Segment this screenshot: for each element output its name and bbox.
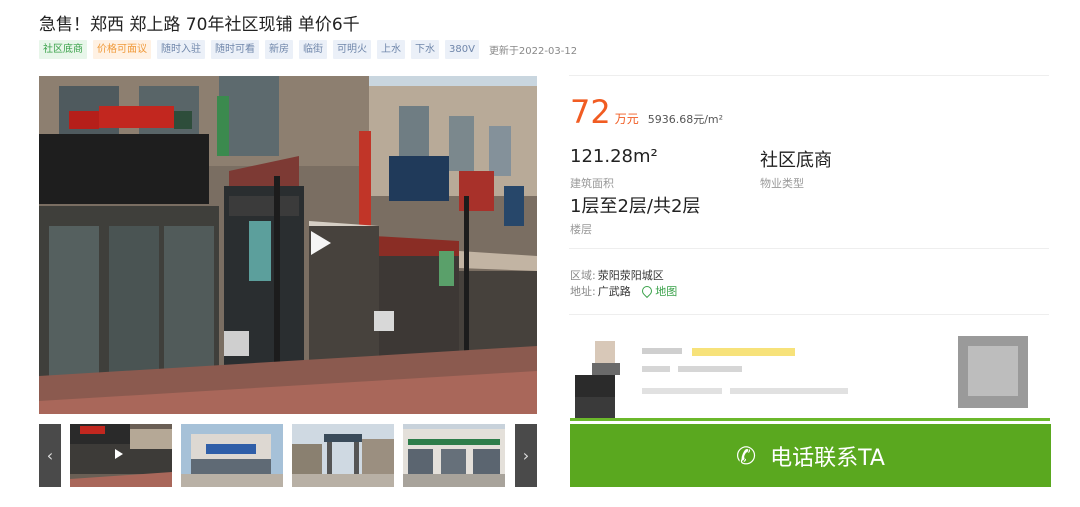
tag-drainage: 下水 [411,39,439,59]
thumbnail-2[interactable] [181,424,283,487]
thumbnail-strip: ‹ › [39,424,537,487]
agent-badge-blur [692,348,795,356]
agent-store-blur [678,366,742,372]
area-label: 建筑面积 [570,177,614,190]
unit-price: 5936.68元/m² [647,113,724,126]
tag-water-supply: 上水 [377,39,405,59]
update-date: 更新于2022-03-12 [488,45,578,57]
agent-info-blur-a [642,388,722,394]
tag-list: 社区底商 价格可面议 随时入驻 随时可看 新房 临街 可明火 上水 下水 380… [39,39,577,59]
tag-380v: 380V [445,39,479,59]
tag-negotiable: 价格可面议 [93,39,151,59]
tag-view-anytime: 随时可看 [211,39,259,59]
region-value: 荥阳荥阳城区 [597,269,664,282]
tag-move-in-anytime: 随时入驻 [157,39,205,59]
map-link[interactable]: 地图 [640,283,678,299]
region-row: 区域: 荥阳荥阳城区 [570,267,664,283]
map-pin-icon [640,283,655,299]
main-video-player[interactable] [39,76,537,414]
accent-line [570,418,1050,421]
next-arrow-icon[interactable]: › [515,424,537,487]
play-icon[interactable] [311,231,331,255]
floor-value: 1层至2层/共2层 [570,196,701,217]
agent-info-blur-b [730,388,848,394]
avatar-blur-a [592,363,620,375]
avatar-blur-c [575,397,615,419]
thumbnail-1[interactable] [70,424,172,487]
tag-community-shop: 社区底商 [39,39,87,59]
property-type-value: 社区底商 [760,150,832,171]
divider-bottom [569,314,1049,315]
thumbnail-3[interactable] [292,424,394,487]
region-label: 区域: [570,269,596,282]
storefront-photo [39,76,537,414]
price-row: 72 万元 5936.68元/m² [570,96,723,128]
tag-new-house: 新房 [265,39,293,59]
divider-top [569,75,1049,76]
tag-open-flame: 可明火 [333,39,371,59]
agent-avatar [595,341,615,363]
qr-code-inner-blur [968,346,1018,396]
phone-icon: ✆ [736,441,757,470]
listing-title: 急售！郑西 郑上路 70年社区现铺 单价6千 [39,15,360,35]
address-row: 地址: 广武路 地图 [570,283,677,299]
agent-card [570,336,1050,424]
total-price: 72 [570,93,611,131]
agent-name-blur [642,348,682,354]
prev-arrow-icon[interactable]: ‹ [39,424,61,487]
call-button-label: 电话联系TA [770,445,885,471]
thumbnail-4[interactable] [403,424,505,487]
divider-middle [569,248,1049,249]
address-label: 地址: [570,285,596,298]
price-unit: 万元 [614,112,639,126]
avatar-blur-b [575,375,615,397]
address-value: 广武路 [597,285,631,298]
agent-company-blur [642,366,670,372]
property-type-label: 物业类型 [760,177,804,190]
call-agent-button[interactable]: ✆ 电话联系TA [570,424,1051,487]
map-link-label: 地图 [655,285,678,298]
area-value: 121.28m² [570,146,658,167]
tag-street-facing: 临街 [299,39,327,59]
floor-label: 楼层 [570,223,592,236]
